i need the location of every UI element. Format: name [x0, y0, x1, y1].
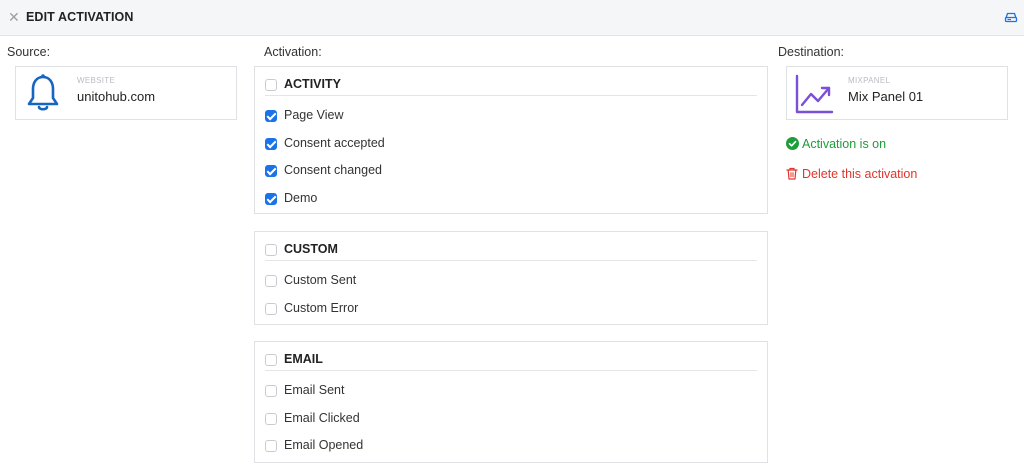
event-label: Custom Sent [284, 273, 357, 287]
event-label: Demo [284, 191, 318, 205]
source-type: WEBSITE [77, 76, 116, 85]
event-checkbox[interactable] [265, 303, 277, 315]
source-name: unitohub.com [77, 89, 156, 104]
destination-card[interactable]: MIXPANEL Mix Panel 01 [786, 66, 1008, 120]
event-label: Email Sent [284, 383, 345, 397]
destination-label: Destination: [778, 45, 845, 59]
group-checkbox-custom[interactable] [265, 244, 277, 256]
group-title: EMAIL [284, 352, 323, 366]
activation-status-text: Activation is on [802, 137, 887, 151]
chart-trend-icon [795, 74, 834, 114]
event-label: Page View [284, 108, 344, 122]
event-checkbox[interactable] [265, 440, 277, 452]
page-title: EDIT ACTIVATION [26, 10, 134, 24]
event-checkbox[interactable] [265, 138, 277, 150]
event-checkbox[interactable] [265, 165, 277, 177]
event-checkbox[interactable] [265, 385, 277, 397]
destination-type: MIXPANEL [848, 76, 891, 85]
close-icon[interactable]: ✕ [8, 9, 22, 25]
source-card[interactable]: WEBSITE unitohub.com [15, 66, 237, 120]
header-bar: ✕ EDIT ACTIVATION [0, 0, 1024, 36]
source-label: Source: [7, 45, 51, 59]
delete-activation-label: Delete this activation [802, 167, 918, 181]
check-circle-icon [786, 137, 799, 150]
event-label: Email Clicked [284, 411, 360, 425]
trash-icon [786, 167, 798, 180]
group-checkbox-activity[interactable] [265, 79, 277, 91]
event-label: Email Opened [284, 438, 364, 452]
event-checkbox[interactable] [265, 110, 277, 122]
group-title: CUSTOM [284, 242, 338, 256]
bell-icon [27, 74, 59, 111]
event-checkbox[interactable] [265, 193, 277, 205]
activation-label: Activation: [264, 45, 322, 59]
group-activity: ACTIVITY Page View Consent accepted Cons… [254, 66, 768, 214]
event-checkbox[interactable] [265, 275, 277, 287]
event-label: Custom Error [284, 301, 359, 315]
group-checkbox-email[interactable] [265, 354, 277, 366]
destination-name: Mix Panel 01 [848, 89, 924, 104]
group-title: ACTIVITY [284, 77, 341, 91]
group-header-email[interactable]: EMAIL [265, 350, 757, 371]
event-label: Consent accepted [284, 136, 385, 150]
event-checkbox[interactable] [265, 413, 277, 425]
group-header-custom[interactable]: CUSTOM [265, 240, 757, 261]
group-custom: CUSTOM Custom Sent Custom Error [254, 231, 768, 325]
event-label: Consent changed [284, 163, 382, 177]
group-header-activity[interactable]: ACTIVITY [265, 75, 757, 96]
group-email: EMAIL Email Sent Email Clicked Email Ope… [254, 341, 768, 463]
drive-icon[interactable] [1004, 10, 1018, 24]
